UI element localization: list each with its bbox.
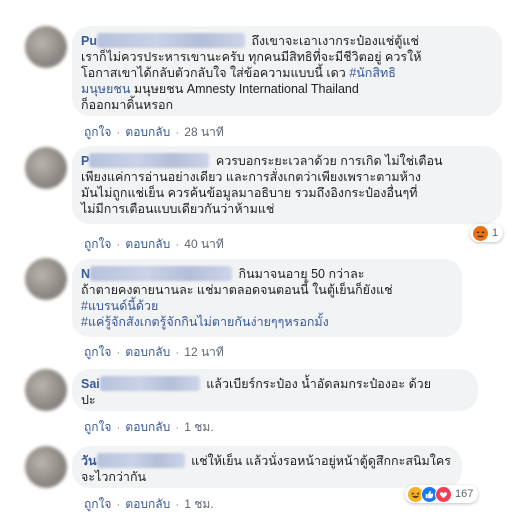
comment-bubble: วัน แช่ให้เย็น แล้วนั่งรอหน้าอยู่หน้าตู้… <box>72 446 462 488</box>
reaction-summary[interactable]: 167 <box>405 485 479 503</box>
comment-bubble: Sai แล้วเบียร์กระป๋อง น้ำอัดลมกระป๋องอะ … <box>72 369 478 411</box>
reply-link[interactable]: ตอบกลับ <box>125 235 170 254</box>
love-reaction-icon <box>435 485 452 503</box>
comment-author[interactable]: วัน <box>81 453 188 469</box>
comment-text-line: ไม่มีการเตือนแบบเดียวกันว่าห้ามแช่ <box>81 202 275 216</box>
reply-link[interactable]: ตอบกลับ <box>125 418 170 437</box>
comment-text-line: มันไม่ถูกแช่เย็น ควรค้นข้อมูลมาอธิบาย รว… <box>81 186 418 200</box>
comment-author[interactable]: Pu <box>81 33 248 49</box>
reaction-count: 1 <box>492 227 499 239</box>
like-link[interactable]: ถูกใจ <box>84 235 111 254</box>
comment-text-line: จะไวกว่ากัน <box>81 470 147 484</box>
avatar[interactable] <box>25 369 67 411</box>
comment-actions: ถูกใจ · ตอบกลับ · 40 นาที <box>84 235 224 254</box>
hashtag-link[interactable]: #นักสิทธิ <box>349 66 396 80</box>
comment-actions: ถูกใจ · ตอบกลับ · 1 ชม. <box>84 495 214 514</box>
comment-timestamp[interactable]: 1 ชม. <box>184 495 213 514</box>
comment-text-line: แช่ให้เย็น แล้วนั่งรอหน้าอยู่หน้าตู้ดูสึ… <box>191 454 451 468</box>
reply-link[interactable]: ตอบกลับ <box>125 495 170 514</box>
comment-text-line: ปะ <box>81 393 96 407</box>
reply-link[interactable]: ตอบกลับ <box>125 123 170 142</box>
comment-timestamp[interactable]: 12 นาที <box>184 343 224 362</box>
comment-author[interactable]: P <box>81 153 212 169</box>
comment-text-line: ถ้าตายคงตายนานละ แช่มาตลอดจนตอนนี้ ในตู้… <box>81 283 393 297</box>
reply-link[interactable]: ตอบกลับ <box>125 343 170 362</box>
comment-text-line: มนุษยชน Amnesty International Thailand <box>133 82 359 96</box>
comment-bubble: P ควรบอกระยะเวลาด้วย การเกิด ไม่ใช่เตือน… <box>72 146 502 224</box>
like-link[interactable]: ถูกใจ <box>84 123 111 142</box>
comment-thread: Pu ถึงเขาจะเอาเงากระป๋องแช่ตู้แช่ เราก็ไ… <box>0 0 508 527</box>
like-link[interactable]: ถูกใจ <box>84 343 111 362</box>
hashtag-link[interactable]: #แค่รู้จักสังเกตรู้จักกินไม่ตายกันง่ายๆๆ… <box>81 314 450 330</box>
avatar[interactable] <box>25 446 67 488</box>
comment-bubble: N กินมาจนอายุ 50 กว่าละ ถ้าตายคงตายนานละ… <box>72 259 462 337</box>
comment-actions: ถูกใจ · ตอบกลับ · 12 นาที <box>84 343 224 362</box>
comment-text-line: ถึงเขาจะเอาเงากระป๋องแช่ตู้แช่ <box>251 34 419 48</box>
avatar[interactable] <box>25 147 67 189</box>
comment-author[interactable]: Sai <box>81 376 203 392</box>
comment-author[interactable]: N <box>81 266 235 282</box>
comment-text-line: โอกาสเขาได้กลับตัวกลับใจ ใส่ข้อความแบบนี… <box>81 66 346 80</box>
avatar[interactable] <box>25 258 67 300</box>
like-link[interactable]: ถูกใจ <box>84 418 111 437</box>
angry-reaction-icon <box>472 224 489 242</box>
comment-timestamp[interactable]: 28 นาที <box>184 123 224 142</box>
comment-timestamp[interactable]: 1 ชม. <box>184 418 213 437</box>
reaction-count: 167 <box>455 488 474 500</box>
avatar[interactable] <box>25 26 67 68</box>
reaction-summary[interactable]: 1 <box>470 224 504 242</box>
comment-bubble: Pu ถึงเขาจะเอาเงากระป๋องแช่ตู้แช่ เราก็ไ… <box>72 26 502 116</box>
comment-text-line: เพียงแค่การอ่านอย่างเดียว และการสั่งเกตว… <box>81 170 421 184</box>
like-link[interactable]: ถูกใจ <box>84 495 111 514</box>
comment-text-line: ก็ออกมาดิ้นหรอก <box>81 98 174 112</box>
comment-timestamp[interactable]: 40 นาที <box>184 235 224 254</box>
hashtag-link[interactable]: มนุษยชน <box>81 82 130 96</box>
comment-actions: ถูกใจ · ตอบกลับ · 1 ชม. <box>84 418 214 437</box>
comment-actions: ถูกใจ · ตอบกลับ · 28 นาที <box>84 123 224 142</box>
comment-text-line: เราก็ไม่ควรประหารเขานะครับ ทุกคนมีสิทธิท… <box>81 50 422 64</box>
comment-text-line: ควรบอกระยะเวลาด้วย การเกิด ไม่ใช่เตือน <box>215 154 443 168</box>
comment-text-line: แล้วเบียร์กระป๋อง น้ำอัดลมกระป๋องอะ ด้วย <box>206 377 432 391</box>
hashtag-link[interactable]: #แบรนด์นี้ด้วย <box>81 298 450 314</box>
comment-text-line: กินมาจนอายุ 50 กว่าละ <box>238 267 365 281</box>
